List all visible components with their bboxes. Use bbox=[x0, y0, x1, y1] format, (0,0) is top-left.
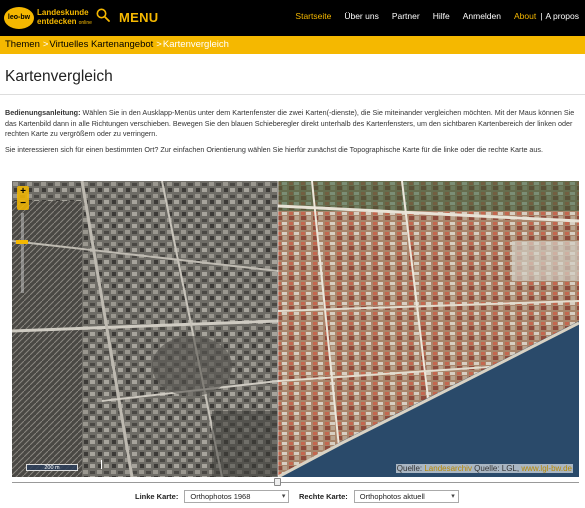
nav-partner[interactable]: Partner bbox=[392, 11, 420, 21]
breadcrumb-separator: > bbox=[156, 39, 162, 50]
divider bbox=[0, 94, 585, 95]
top-nav: Startseite Über uns Partner Hilfe Anmeld… bbox=[282, 11, 579, 21]
comparison-slider-rail[interactable] bbox=[12, 482, 579, 483]
left-map-select-group: Linke Karte: Orthophotos 1968 ▾ bbox=[135, 489, 290, 503]
breadcrumb-separator: > bbox=[42, 39, 49, 50]
map-credits: Quelle: Landesarchiv Quelle: LGL, www.lg… bbox=[395, 464, 573, 473]
chevron-down-icon: ▾ bbox=[451, 492, 455, 500]
scale-bar: 200 m bbox=[26, 464, 78, 471]
nav-a-propos[interactable]: A propos bbox=[545, 11, 579, 21]
nav-hilfe[interactable]: Hilfe bbox=[433, 11, 450, 21]
left-map-select-value: Orthophotos 1968 bbox=[190, 491, 251, 501]
right-map-select-group: Rechte Karte: Orthophotos aktuell ▾ bbox=[299, 489, 459, 503]
nav-startseite[interactable]: Startseite bbox=[295, 11, 331, 21]
language-separator: | bbox=[540, 11, 543, 21]
zoom-in-button[interactable]: + bbox=[17, 186, 29, 198]
menu-button[interactable]: MENU bbox=[96, 7, 158, 27]
logo-line-2-suffix: online bbox=[78, 20, 92, 26]
breadcrumb-themen[interactable]: Themen bbox=[5, 39, 40, 50]
scale-marker bbox=[101, 460, 102, 469]
comparison-slider-handle[interactable] bbox=[274, 478, 281, 486]
nav-anmelden[interactable]: Anmelden bbox=[463, 11, 501, 21]
left-map-select[interactable]: Orthophotos 1968 ▾ bbox=[184, 489, 290, 503]
logo-text: Landeskunde entdecken online bbox=[37, 8, 92, 28]
nav-ueber-uns[interactable]: Über uns bbox=[344, 11, 379, 21]
credits-link-landesarchiv[interactable]: Landesarchiv bbox=[424, 464, 472, 473]
logo-mark: leo-bw bbox=[4, 7, 34, 29]
map-imagery[interactable] bbox=[12, 181, 579, 477]
breadcrumb: Themen >Virtuelles Kartenangebot >Kartenve… bbox=[0, 36, 585, 54]
left-map-orthophoto-1968 bbox=[12, 181, 278, 477]
credits-middle: Quelle: LGL, bbox=[471, 464, 522, 473]
chevron-down-icon: ▾ bbox=[281, 492, 286, 500]
menu-label[interactable]: MENU bbox=[119, 10, 158, 25]
right-map-label: Rechte Karte: bbox=[299, 491, 348, 501]
logo-line-1: Landeskunde bbox=[37, 8, 89, 17]
credits-prefix: Quelle: bbox=[396, 464, 425, 473]
breadcrumb-current: Kartenvergleich bbox=[162, 39, 229, 50]
instructions-paragraph: Bedienungsanleitung: Wählen Sie in den A… bbox=[5, 108, 580, 140]
right-map-select[interactable]: Orthophotos aktuell ▾ bbox=[353, 489, 459, 503]
instructions-label: Bedienungsanleitung: bbox=[5, 108, 81, 117]
zoom-slider-track[interactable] bbox=[21, 213, 24, 293]
search-icon[interactable] bbox=[96, 8, 110, 27]
site-logo[interactable]: leo-bw Landeskunde entdecken online bbox=[4, 6, 92, 30]
right-map-orthophoto-aktuell bbox=[278, 181, 579, 477]
left-map-label: Linke Karte: bbox=[135, 491, 179, 501]
zoom-slider-handle[interactable] bbox=[16, 240, 28, 244]
map-comparison-viewer[interactable]: + − 200 m Quelle: Landesarchiv Quelle: L… bbox=[12, 181, 579, 477]
zoom-control: + − bbox=[17, 186, 29, 210]
instructions-text: Wählen Sie in den Ausklapp-Menüs unter d… bbox=[5, 108, 575, 138]
right-map-select-value: Orthophotos aktuell bbox=[359, 491, 425, 501]
breadcrumb-virtuelles-kartenangebot[interactable]: Virtuelles Kartenangebot bbox=[49, 39, 153, 50]
page-title: Kartenvergleich bbox=[5, 68, 113, 85]
logo-line-2: entdecken bbox=[37, 17, 77, 26]
nav-about[interactable]: About bbox=[514, 11, 536, 21]
top-navigation-bar: leo-bw Landeskunde entdecken online MENU … bbox=[0, 0, 585, 36]
hint-paragraph: Sie interessieren sich für einen bestimm… bbox=[5, 145, 544, 154]
credits-link-lgl[interactable]: www.lgl-bw.de bbox=[521, 464, 572, 473]
zoom-out-button[interactable]: − bbox=[17, 198, 29, 210]
